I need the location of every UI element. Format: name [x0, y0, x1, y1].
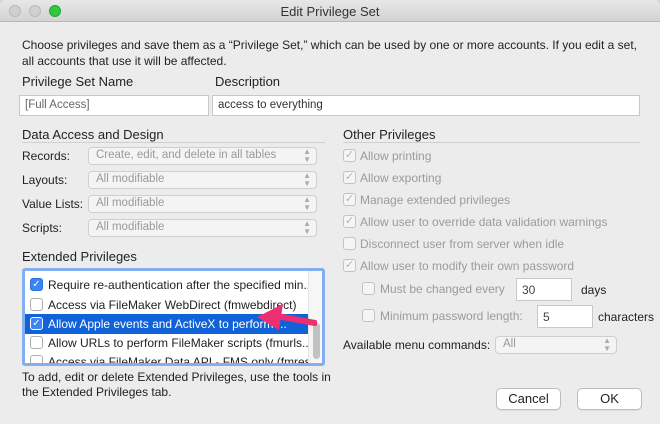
- records-label: Records:: [22, 149, 71, 163]
- records-select[interactable]: Create, edit, and delete in all tables ▲…: [88, 147, 317, 165]
- min-length-field[interactable]: 5: [537, 305, 593, 328]
- option-label: Disconnect user from server when idle: [360, 237, 565, 251]
- scripts-select[interactable]: All modifiable ▲ ▼: [88, 219, 317, 237]
- list-item[interactable]: Access via FileMaker Data API - FMS only…: [25, 352, 309, 366]
- menu-commands-value: All: [503, 338, 516, 350]
- characters-unit-label: characters: [598, 310, 655, 324]
- checkbox-checked-icon[interactable]: ✓: [343, 215, 356, 228]
- menu-commands-select[interactable]: All ▲ ▼: [495, 336, 617, 354]
- checkbox-icon[interactable]: [30, 298, 43, 311]
- min-length-label: Minimum password length:: [380, 309, 523, 323]
- checkbox-icon[interactable]: [343, 237, 356, 250]
- value-lists-value: All modifiable: [96, 197, 165, 209]
- scripts-value: All modifiable: [96, 221, 165, 233]
- min-length-checkbox[interactable]: [362, 309, 375, 322]
- list-item-label: Allow URLs to perform FileMaker scripts …: [48, 336, 309, 350]
- option-label: Allow user to override data validation w…: [360, 215, 608, 229]
- select-arrows-icon: ▲ ▼: [303, 195, 311, 212]
- checkbox-checked-icon[interactable]: ✓: [343, 193, 356, 206]
- checkbox-icon[interactable]: [30, 355, 43, 363]
- option-label: Allow exporting: [360, 171, 442, 185]
- option-label: Allow printing: [360, 149, 432, 163]
- annotation-arrow-icon: [257, 304, 317, 330]
- must-change-checkbox[interactable]: [362, 282, 375, 295]
- title-bar: Edit Privilege Set: [0, 0, 660, 22]
- layouts-select[interactable]: All modifiable ▲ ▼: [88, 171, 317, 189]
- list-item-label: Require re-authentication after the spec…: [48, 278, 309, 292]
- select-arrows-icon: ▲ ▼: [303, 219, 311, 236]
- records-value: Create, edit, and delete in all tables: [96, 149, 277, 161]
- value-lists-label: Value Lists:: [22, 197, 84, 211]
- cancel-button[interactable]: Cancel: [496, 388, 561, 410]
- checkbox-checked-icon[interactable]: ✓: [343, 149, 356, 162]
- data-access-heading: Data Access and Design: [22, 127, 164, 142]
- privilege-set-name-label: Privilege Set Name: [22, 74, 134, 89]
- checkbox-icon[interactable]: [30, 336, 43, 349]
- menu-commands-label: Available menu commands:: [343, 338, 491, 352]
- select-arrows-icon: ▲ ▼: [303, 147, 311, 164]
- other-privileges-divider: [343, 142, 640, 143]
- list-item[interactable]: ✓ Require re-authentication after the sp…: [25, 275, 309, 295]
- must-change-days-field[interactable]: 30: [516, 278, 572, 301]
- privilege-set-name-field[interactable]: [Full Access]: [19, 95, 209, 116]
- select-arrows-icon: ▲ ▼: [303, 171, 311, 188]
- window-title: Edit Privilege Set: [280, 4, 380, 19]
- description-label: Description: [215, 74, 281, 89]
- must-change-label: Must be changed every: [380, 282, 505, 296]
- description-field[interactable]: access to everything: [212, 95, 640, 116]
- list-item[interactable]: Allow URLs to perform FileMaker scripts …: [25, 333, 309, 353]
- layouts-value: All modifiable: [96, 173, 165, 185]
- option-label: Manage extended privileges: [360, 193, 511, 207]
- option-label: Allow user to modify their own password: [360, 259, 575, 273]
- list-item-label: Allow Apple events and ActiveX to perfor…: [48, 317, 287, 331]
- value-lists-select[interactable]: All modifiable ▲ ▼: [88, 195, 317, 213]
- edit-privilege-set-window: Edit Privilege Set Choose privileges and…: [0, 0, 660, 424]
- select-arrows-icon: ▲ ▼: [603, 336, 611, 353]
- extended-privileges-heading: Extended Privileges: [22, 249, 137, 264]
- checkbox-checked-icon[interactable]: ✓: [343, 171, 356, 184]
- layouts-label: Layouts:: [22, 173, 68, 187]
- checkbox-checked-icon[interactable]: ✓: [343, 259, 356, 272]
- ok-button[interactable]: OK: [577, 388, 642, 410]
- other-privileges-heading: Other Privileges: [343, 127, 436, 142]
- scripts-label: Scripts:: [22, 221, 63, 235]
- intro-text: Choose privileges and save them as a “Pr…: [22, 38, 637, 68]
- data-access-divider: [22, 142, 325, 143]
- extended-privileges-note: To add, edit or delete Extended Privileg…: [22, 370, 331, 399]
- days-unit-label: days: [581, 283, 607, 297]
- checkbox-checked-icon[interactable]: ✓: [30, 317, 43, 330]
- checkbox-checked-icon[interactable]: ✓: [30, 278, 43, 291]
- list-item-label: Access via FileMaker Data API - FMS only…: [48, 355, 309, 366]
